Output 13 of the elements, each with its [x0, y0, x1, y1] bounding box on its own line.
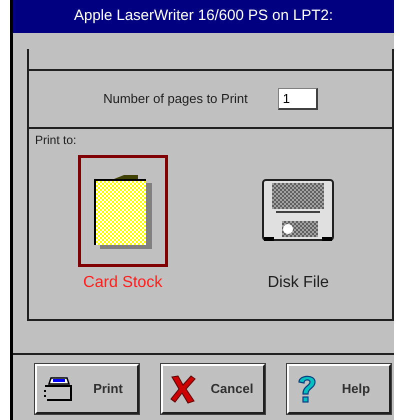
destination-label: Disk File — [268, 273, 329, 293]
dialog-button[interactable]: Cancel — [161, 364, 265, 414]
card-stack-icon — [94, 173, 152, 249]
pages-input[interactable]: 1 — [278, 88, 318, 110]
pages-label: Number of pages to Print — [103, 90, 248, 108]
dialog-button[interactable]: Print — [35, 364, 139, 414]
destination-option[interactable] — [78, 155, 168, 267]
dialog-button[interactable]: Help — [287, 364, 391, 414]
disk-drive-icon — [262, 179, 334, 243]
window-title: Apple LaserWriter 16/600 PS on LPT2: — [13, 0, 394, 33]
destination-label: Card Stock — [83, 273, 162, 293]
cross-icon — [169, 374, 197, 404]
print-to-label: Print to: — [35, 132, 78, 149]
